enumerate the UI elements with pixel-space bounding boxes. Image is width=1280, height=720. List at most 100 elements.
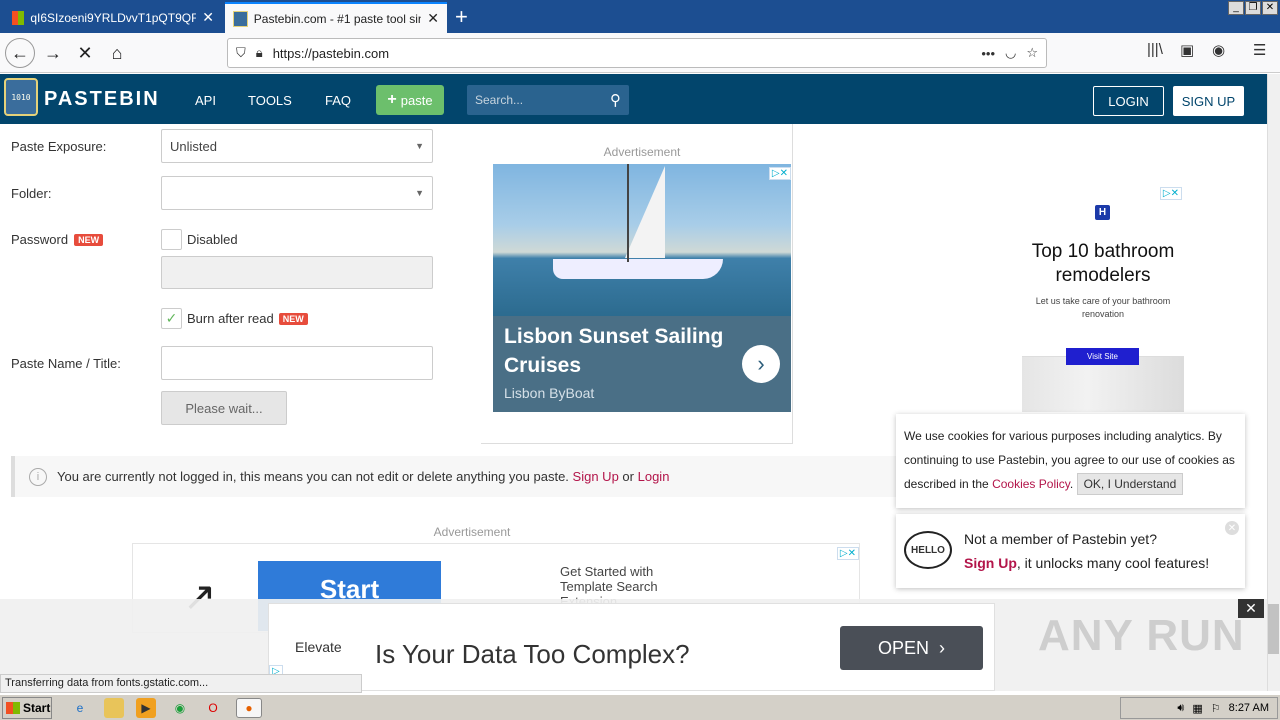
adchoices-icon[interactable]: ▷✕ <box>768 164 791 180</box>
folder-icon[interactable] <box>104 698 124 718</box>
password-field[interactable] <box>161 256 433 289</box>
ad-brand: Elevate <box>295 639 342 655</box>
media-icon[interactable]: ▶ <box>136 698 156 718</box>
member-signup-link[interactable]: Sign Up <box>964 555 1017 571</box>
browser-tab-active[interactable]: Pastebin.com - #1 paste tool since ✕ <box>225 2 447 33</box>
url-text[interactable]: https://pastebin.com <box>273 46 972 61</box>
pocket-icon[interactable]: ◡ <box>1005 45 1016 61</box>
status-bar: Transferring data from fonts.gstatic.com… <box>0 674 362 693</box>
chevron-right-icon: › <box>939 637 945 658</box>
cookies-policy-link[interactable]: Cookies Policy <box>992 477 1070 491</box>
adchoices-icon[interactable]: ▷✕ <box>1159 184 1182 200</box>
password-checkbox[interactable] <box>161 229 182 250</box>
home-icon[interactable]: ⌂ <box>102 38 132 68</box>
burn-toggle[interactable]: ✓ Burn after read NEW <box>161 308 308 329</box>
login-link[interactable]: Login <box>638 469 670 484</box>
scrollbar-thumb[interactable] <box>1268 604 1279 654</box>
sticky-ad[interactable]: Elevate Is Your Data Too Complex? OPEN ›… <box>268 603 995 691</box>
chevron-down-icon: ▼ <box>415 141 424 151</box>
account-icon[interactable]: ◉ <box>1212 41 1225 59</box>
pastebin-logo-icon[interactable]: 1010 <box>4 78 38 116</box>
title-input[interactable] <box>161 346 433 380</box>
password-label-group: Password NEW <box>11 232 104 247</box>
password-state: Disabled <box>187 232 238 247</box>
back-icon[interactable]: ← <box>5 38 35 68</box>
site-header: 1010 PASTEBIN API TOOLS FAQ + paste Sear… <box>0 74 1267 124</box>
password-label: Password <box>11 232 69 247</box>
search-icon[interactable]: ⚲ <box>610 91 621 109</box>
menu-icon[interactable]: ☰ <box>1253 41 1266 59</box>
nav-api[interactable]: API <box>195 93 216 108</box>
member-popup: HELLO Not a member of Pastebin yet? Sign… <box>896 514 1245 588</box>
network-icon[interactable]: ▦ <box>1192 702 1202 715</box>
volume-icon[interactable]: 🔊︎ <box>1177 702 1184 715</box>
password-toggle[interactable]: Disabled <box>161 229 238 250</box>
folder-select[interactable]: ▼ <box>161 176 433 210</box>
cookie-text: We use cookies for various purposes incl… <box>904 429 1235 491</box>
close-icon[interactable]: ✕ <box>1225 521 1239 535</box>
exposure-select[interactable]: Unlisted ▼ <box>161 129 433 163</box>
more-icon[interactable]: ••• <box>981 46 995 61</box>
sailing-ad[interactable]: Lisbon Sunset Sailing Cruises Lisbon ByB… <box>493 164 791 412</box>
ad-title[interactable]: Top 10 bathroom remodelers <box>1022 240 1184 288</box>
opera-icon[interactable]: O <box>203 698 223 718</box>
new-paste-button[interactable]: + paste <box>376 85 444 115</box>
adchoices-icon[interactable]: ▷✕ <box>836 544 859 560</box>
firefox-icon[interactable]: ● <box>236 698 262 718</box>
signup-button[interactable]: SIGN UP <box>1173 86 1244 116</box>
windows-icon <box>6 702 20 714</box>
nav-tools[interactable]: TOOLS <box>248 93 292 108</box>
search-input[interactable]: Search... ⚲ <box>467 85 629 115</box>
flag-icon[interactable]: ⚐ <box>1211 702 1221 715</box>
chevron-right-icon[interactable]: › <box>742 345 780 383</box>
ie-icon[interactable]: e <box>70 698 90 718</box>
chrome-icon[interactable]: ◉ <box>170 698 190 718</box>
sidebar-icon[interactable]: ▣ <box>1180 41 1194 59</box>
cookie-accept-button[interactable]: OK, I Understand <box>1076 473 1184 495</box>
browser-toolbar: ← → ✕ ⌂ ⛉ 🔒︎ https://pastebin.com ••• ◡ … <box>0 33 1280 73</box>
system-tray: 🔊︎ ▦ ⚐ 8:27 AM <box>1120 697 1278 719</box>
vertical-scrollbar[interactable] <box>1267 74 1280 691</box>
brand-name[interactable]: PASTEBIN <box>44 88 160 111</box>
plus-icon: + <box>387 91 397 108</box>
bathroom-ad[interactable]: ▷✕ H Top 10 bathroom remodelers Let us t… <box>1022 184 1184 412</box>
login-notice: i You are currently not logged in, this … <box>11 456 901 497</box>
clock[interactable]: 8:27 AM <box>1229 702 1269 714</box>
browser-tab[interactable]: qI6SIzoeni9YRLDvvT1pQT9QFbhp ✕ <box>4 2 222 33</box>
start-button[interactable]: Start <box>2 697 52 719</box>
ad-headline[interactable]: Is Your Data Too Complex? <box>375 639 690 670</box>
visit-site-button[interactable]: Visit Site <box>1066 348 1139 365</box>
close-icon[interactable]: ✕ <box>202 9 214 26</box>
restore-icon[interactable]: ❐ <box>1245 1 1261 15</box>
forward-icon[interactable]: → <box>38 38 68 68</box>
new-tab-icon[interactable]: + <box>455 4 468 30</box>
ad-title[interactable]: Lisbon Sunset Sailing Cruises <box>504 322 734 380</box>
new-badge: NEW <box>278 312 308 325</box>
close-icon[interactable]: ✕ <box>427 10 439 27</box>
login-button[interactable]: LOGIN <box>1093 86 1164 116</box>
open-button[interactable]: OPEN › <box>840 626 983 670</box>
window-controls: _ ❐ ✕ <box>1228 1 1278 15</box>
signup-link[interactable]: Sign Up <box>573 469 619 484</box>
ad-label: Advertisement <box>603 145 681 159</box>
anyrun-watermark: ANY RUN <box>1038 611 1245 660</box>
sailboat-image <box>493 164 791 316</box>
info-icon: i <box>29 467 47 486</box>
library-icon[interactable]: |||\ <box>1147 41 1163 58</box>
folder-label: Folder: <box>11 186 52 201</box>
open-label: OPEN <box>877 637 929 658</box>
nav-faq[interactable]: FAQ <box>325 93 351 108</box>
url-bar[interactable]: ⛉ 🔒︎ https://pastebin.com ••• ◡ ☆ <box>227 38 1047 68</box>
check-icon[interactable]: ✓ <box>161 308 182 329</box>
paste-label: paste <box>400 92 433 108</box>
submit-button[interactable]: Please wait... <box>161 391 287 425</box>
bookmark-star-icon[interactable]: ☆ <box>1026 45 1038 61</box>
notice-text: You are currently not logged in, this me… <box>57 469 569 484</box>
window-close-icon[interactable]: ✕ <box>1262 1 1278 15</box>
browser-tab-bar: qI6SIzoeni9YRLDvvT1pQT9QFbhp ✕ Pastebin.… <box>0 0 1280 33</box>
ad-text-line: Get Started with <box>560 564 654 579</box>
stop-icon[interactable]: ✕ <box>70 38 100 68</box>
minimize-icon[interactable]: _ <box>1228 1 1244 15</box>
ad-text-line: Template Search <box>560 579 658 594</box>
ad-logo: H <box>1095 205 1110 220</box>
